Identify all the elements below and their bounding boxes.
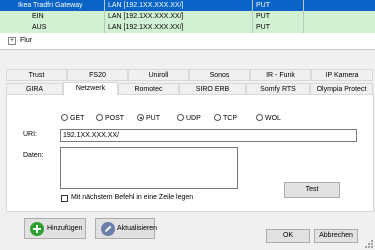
update-button[interactable]: Aktualisieren: [95, 218, 158, 239]
tree-row-aus[interactable]: AUS LAN [192.1XX.XXX.XX/] PUT: [0, 22, 375, 33]
radio-circle-icon: [177, 114, 184, 121]
tree-row-address: LAN [192.1XX.XXX.XX/]: [108, 13, 184, 20]
tab-ip-kamera[interactable]: IP Kamera: [311, 69, 373, 81]
radio-get[interactable]: GET: [61, 114, 84, 123]
radio-label: WOL: [265, 115, 281, 122]
tab-olympia-protect[interactable]: Olympia Protect: [310, 83, 373, 95]
radio-put[interactable]: PUT: [137, 114, 160, 123]
uri-input[interactable]: 192.1XX.XXX.XX/: [60, 129, 357, 142]
tree-row-name: Ikea Tradfri Gateway: [18, 2, 83, 9]
plus-circle-icon: [30, 222, 44, 236]
column-divider: [104, 0, 105, 33]
tree-group-flur[interactable]: Flur: [0, 35, 375, 46]
radio-label: TCP: [223, 115, 237, 122]
tab-siro-erb[interactable]: SIRO ERB: [179, 83, 246, 95]
uri-label: URI:: [23, 131, 37, 138]
ok-button[interactable]: OK: [266, 229, 310, 243]
radio-circle-checked-icon: [137, 114, 144, 121]
radio-circle-icon: [61, 114, 68, 121]
tab-netzwerk[interactable]: Netzwerk: [63, 82, 118, 96]
radio-circle-icon: [96, 114, 103, 121]
resize-grip-icon[interactable]: [364, 239, 374, 249]
radio-tcp[interactable]: TCP: [214, 114, 237, 123]
tab-sonos[interactable]: Sonos: [189, 69, 250, 81]
update-button-label: Aktualisieren: [117, 225, 158, 232]
daten-label: Daten:: [23, 152, 44, 159]
tab-trust[interactable]: Trust: [6, 69, 67, 81]
tab-ir-funk[interactable]: IR - Funk: [250, 69, 311, 81]
tree-row-name: AUS: [32, 24, 47, 31]
tab-fs20[interactable]: FS20: [67, 69, 128, 81]
tree-row-ein[interactable]: EIN LAN [192.1XX.XXX.XX/] PUT: [0, 11, 375, 22]
tree-row-method: PUT: [256, 13, 270, 20]
column-divider: [303, 0, 304, 33]
add-button-label: Hinzufügen: [47, 225, 83, 232]
column-divider: [252, 0, 253, 33]
radio-circle-icon: [214, 114, 221, 121]
tree-row-address: LAN [192.1XX.XXX.XX/]: [108, 2, 184, 9]
tab-gira[interactable]: GIRA: [6, 83, 63, 95]
radio-label: UDP: [186, 115, 201, 122]
radio-circle-icon: [256, 114, 263, 121]
daten-textarea[interactable]: [60, 147, 238, 189]
test-button[interactable]: Test: [284, 182, 340, 198]
tree-row-method: PUT: [256, 24, 270, 31]
tree-row-method: PUT: [256, 2, 270, 9]
tab-row-lower: GIRA Netzwerk Romotec SIRO ERB Somfy RTS…: [6, 82, 374, 96]
tab-romotec[interactable]: Romotec: [118, 83, 179, 95]
same-line-checkbox-label: Mit nächstem Befehl in eine Zeile legen: [71, 194, 194, 201]
radio-label: PUT: [146, 115, 160, 122]
add-button[interactable]: Hinzufügen: [24, 218, 86, 239]
tree-row-address: LAN [192.1XX.XXX.XX/]: [108, 24, 184, 31]
tree-row-name: EIN: [32, 13, 44, 20]
pencil-icon: [101, 222, 115, 236]
tree-row-ikea-tradfri-gateway[interactable]: Ikea Tradfri Gateway LAN [192.1XX.XXX.XX…: [0, 0, 375, 11]
tab-somfy-rts[interactable]: Somfy RTS: [246, 83, 310, 95]
same-line-checkbox[interactable]: [61, 195, 68, 202]
radio-label: POST: [105, 115, 125, 122]
radio-label: GET: [70, 115, 85, 122]
tab-uniroll[interactable]: Uniroll: [128, 69, 189, 81]
cancel-button[interactable]: Abbrechen: [314, 229, 358, 243]
device-tree[interactable]: Ikea Tradfri Gateway LAN [192.1XX.XXX.XX…: [0, 0, 375, 50]
radio-udp[interactable]: UDP: [177, 114, 201, 123]
radio-wol[interactable]: WOL: [256, 114, 281, 123]
tree-group-label: Flur: [20, 37, 33, 44]
tab-row-upper: Trust FS20 Uniroll Sonos IR - Funk IP Ka…: [6, 69, 374, 82]
radio-post[interactable]: POST: [96, 114, 124, 123]
